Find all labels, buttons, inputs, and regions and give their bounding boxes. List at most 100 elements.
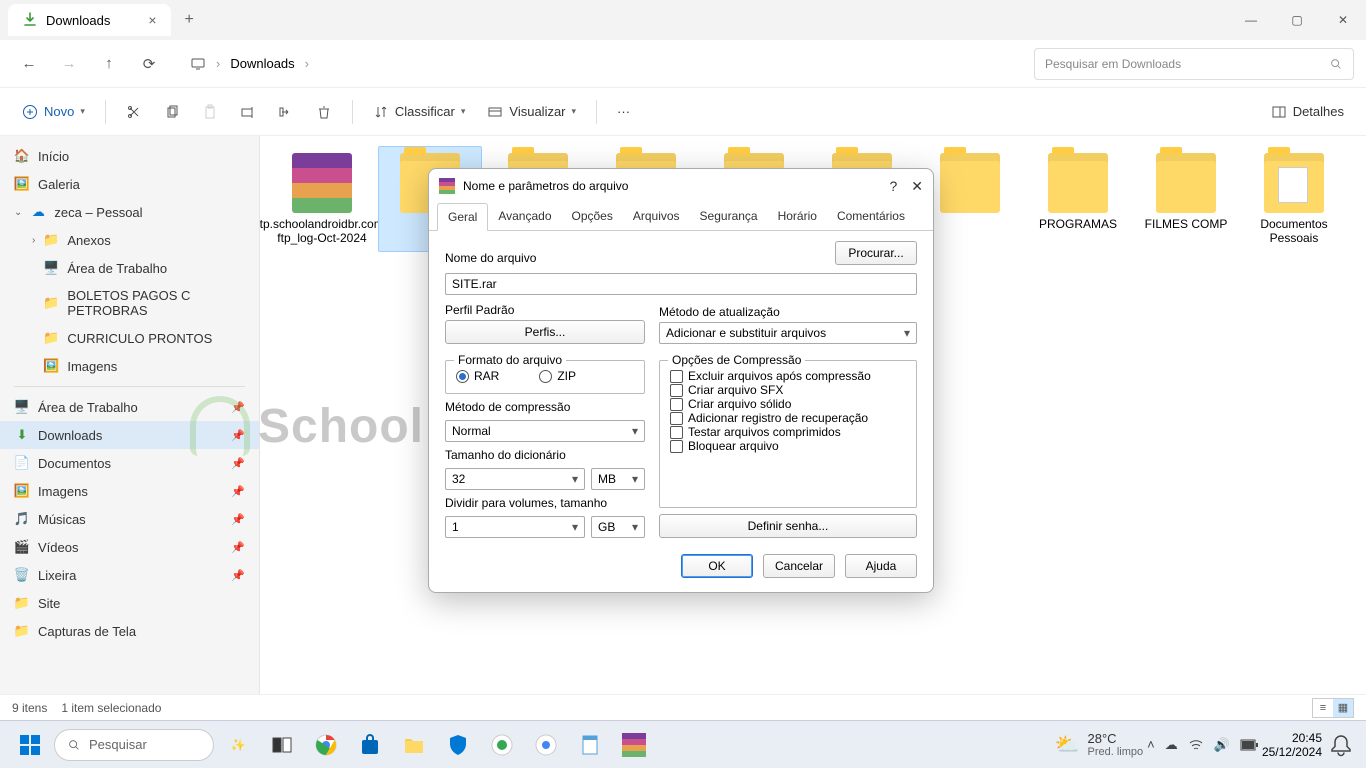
cut-button[interactable] (118, 98, 150, 126)
rename-button[interactable] (232, 98, 264, 126)
app-button-2[interactable] (526, 725, 566, 765)
ok-button[interactable]: OK (681, 554, 753, 578)
tab-opcoes[interactable]: Opções (562, 203, 623, 230)
details-pane-button[interactable]: Detalhes (1263, 98, 1352, 126)
sidebar-quick-videos[interactable]: 🎬Vídeos📌 (0, 533, 259, 561)
forward-button[interactable]: → (52, 47, 86, 81)
maximize-button[interactable]: ▢ (1274, 0, 1320, 40)
chevron-up-icon[interactable]: ˄ (1147, 737, 1155, 752)
close-icon[interactable]: ✕ (911, 178, 923, 195)
split-unit-select[interactable]: GB (591, 516, 645, 538)
opt-recovery-checkbox[interactable]: Adicionar registro de recuperação (670, 411, 906, 425)
sidebar-item-imagens[interactable]: ›🖼️Imagens (0, 352, 259, 380)
tab-comentarios[interactable]: Comentários (827, 203, 915, 230)
cancel-button[interactable]: Cancelar (763, 554, 835, 578)
app-button-1[interactable] (482, 725, 522, 765)
list-view-icon[interactable]: ≡ (1313, 699, 1333, 717)
system-tray[interactable]: ˄ ☁ 🔊 (1147, 737, 1258, 753)
sidebar-quick-recycle[interactable]: 🗑️Lixeira📌 (0, 561, 259, 589)
new-tab-button[interactable]: + (185, 11, 194, 29)
file-item-filmes[interactable]: FILMES COMP (1134, 146, 1238, 252)
delete-button[interactable] (308, 98, 340, 126)
browse-button[interactable]: Procurar... (835, 241, 917, 265)
opt-sfx-checkbox[interactable]: Criar arquivo SFX (670, 383, 906, 397)
view-mode-toggle[interactable]: ≡ ▦ (1312, 698, 1354, 718)
minimize-button[interactable]: — (1228, 0, 1274, 40)
volume-icon[interactable]: 🔊 (1214, 737, 1230, 753)
breadcrumb-current[interactable]: Downloads (230, 56, 294, 71)
notifications-button[interactable] (1326, 725, 1356, 765)
sidebar-item-boletos[interactable]: ›📁BOLETOS PAGOS C PETROBRAS (0, 282, 259, 324)
dictionary-unit-select[interactable]: MB (591, 468, 645, 490)
sidebar-quick-downloads[interactable]: ⬇Downloads📌 (0, 421, 259, 449)
sidebar-home[interactable]: 🏠Início (0, 142, 259, 170)
microsoft-store-button[interactable] (350, 725, 390, 765)
compression-method-select[interactable]: Normal (445, 420, 645, 442)
tab-seguranca[interactable]: Segurança (690, 203, 768, 230)
sidebar-item-desktop[interactable]: ›🖥️Área de Trabalho (0, 254, 259, 282)
sort-button[interactable]: Classificar ▾ (365, 98, 474, 126)
tab-avancado[interactable]: Avançado (488, 203, 561, 230)
sidebar-item-curriculo[interactable]: ›📁CURRICULO PRONTOS (0, 324, 259, 352)
help-button[interactable]: Ajuda (845, 554, 917, 578)
tab-close-icon[interactable]: × (148, 12, 156, 28)
file-item-documentos-pessoais[interactable]: Documentos Pessoais (1242, 146, 1346, 252)
sidebar-item-anexos[interactable]: ›📁Anexos (0, 226, 259, 254)
winrar-button[interactable] (614, 725, 654, 765)
refresh-button[interactable]: ⟳ (132, 47, 166, 81)
tab-horario[interactable]: Horário (768, 203, 827, 230)
format-zip-radio[interactable]: ZIP (539, 369, 576, 383)
weather-widget[interactable]: ⛅ 28°C Pred. limpo (1055, 731, 1144, 758)
paste-button[interactable] (194, 98, 226, 126)
sidebar-onedrive[interactable]: ⌄☁zeca – Pessoal (0, 198, 259, 226)
notepad-button[interactable] (570, 725, 610, 765)
close-button[interactable]: ✕ (1320, 0, 1366, 40)
sidebar-quick-site[interactable]: 📁Site (0, 589, 259, 617)
start-button[interactable] (10, 725, 50, 765)
share-button[interactable] (270, 98, 302, 126)
taskbar-search[interactable]: Pesquisar (54, 729, 214, 761)
help-icon[interactable]: ? (889, 178, 897, 195)
copy-button[interactable] (156, 98, 188, 126)
dialog-titlebar[interactable]: Nome e parâmetros do arquivo ? ✕ (429, 169, 933, 203)
copilot-button[interactable]: ✨ (218, 725, 258, 765)
update-method-select[interactable]: Adicionar e substituir arquivos (659, 322, 917, 344)
tab-arquivos[interactable]: Arquivos (623, 203, 690, 230)
sidebar-quick-pictures[interactable]: 🖼️Imagens📌 (0, 477, 259, 505)
dictionary-size-select[interactable]: 32 (445, 468, 585, 490)
format-rar-radio[interactable]: RAR (456, 369, 499, 383)
profiles-button[interactable]: Perfis... (445, 320, 645, 344)
grid-view-icon[interactable]: ▦ (1333, 699, 1353, 717)
sidebar-quick-documents[interactable]: 📄Documentos📌 (0, 449, 259, 477)
opt-solid-checkbox[interactable]: Criar arquivo sólido (670, 397, 906, 411)
tab-geral[interactable]: Geral (437, 203, 488, 231)
battery-icon[interactable] (1240, 739, 1258, 751)
opt-delete-checkbox[interactable]: Excluir arquivos após compressão (670, 369, 906, 383)
split-size-select[interactable]: 1 (445, 516, 585, 538)
taskbar-clock[interactable]: 20:45 25/12/2024 (1262, 731, 1322, 759)
opt-test-checkbox[interactable]: Testar arquivos comprimidos (670, 425, 906, 439)
wifi-icon[interactable] (1188, 737, 1204, 753)
up-button[interactable]: ↑ (92, 47, 126, 81)
set-password-button[interactable]: Definir senha... (659, 514, 917, 538)
new-button[interactable]: Novo ▾ (14, 98, 93, 126)
onedrive-tray-icon[interactable]: ☁ (1165, 737, 1178, 753)
sidebar-gallery[interactable]: 🖼️Galeria (0, 170, 259, 198)
window-tab-downloads[interactable]: Downloads × (8, 4, 171, 36)
file-item-programas[interactable]: PROGRAMAS (1026, 146, 1130, 252)
search-input[interactable]: Pesquisar em Downloads (1034, 48, 1354, 80)
filename-input[interactable] (445, 273, 917, 295)
more-button[interactable]: ··· (609, 98, 638, 125)
explorer-button[interactable] (394, 725, 434, 765)
breadcrumb[interactable]: › Downloads › (180, 50, 319, 78)
chrome-button[interactable] (306, 725, 346, 765)
opt-lock-checkbox[interactable]: Bloquear arquivo (670, 439, 906, 453)
file-item-rar[interactable]: ftp.schoolandroidbr.com-ftp_log-Oct-2024 (270, 146, 374, 252)
sidebar-quick-music[interactable]: 🎵Músicas📌 (0, 505, 259, 533)
sidebar-quick-desktop[interactable]: 🖥️Área de Trabalho📌 (0, 393, 259, 421)
sidebar-quick-capturas[interactable]: 📁Capturas de Tela (0, 617, 259, 645)
task-view-button[interactable] (262, 725, 302, 765)
security-button[interactable] (438, 725, 478, 765)
view-button[interactable]: Visualizar ▾ (479, 98, 584, 126)
back-button[interactable]: ← (12, 47, 46, 81)
